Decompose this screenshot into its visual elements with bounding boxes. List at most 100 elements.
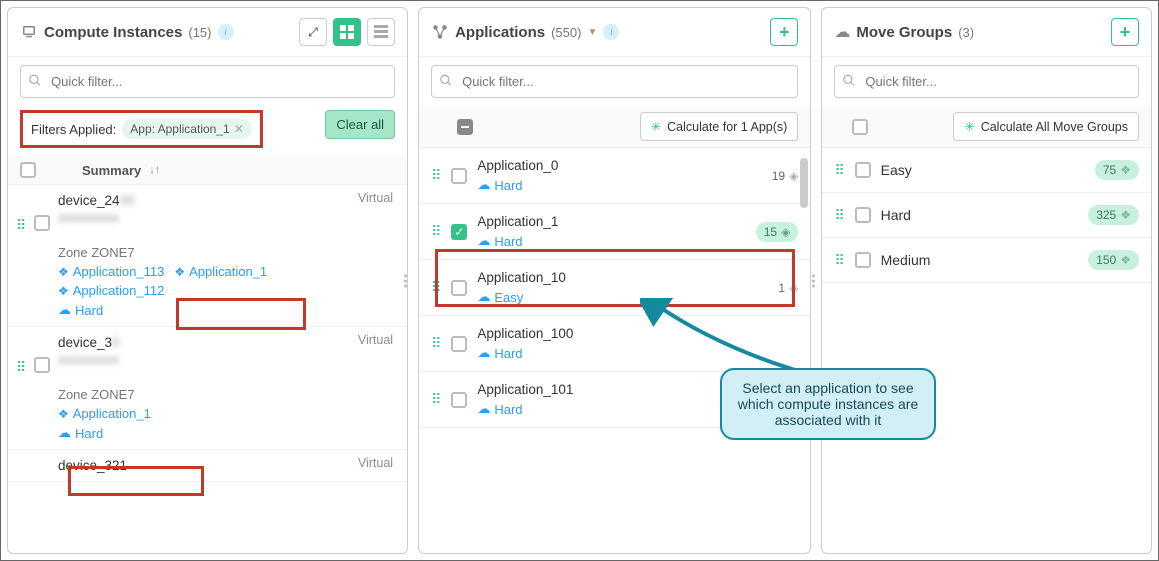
- mg-checkbox[interactable]: [855, 207, 871, 223]
- applications-icon: [431, 23, 449, 41]
- mg-name: Medium: [881, 252, 1079, 268]
- app-difficulty[interactable]: ☁Hard: [477, 401, 522, 417]
- compute-row: Virtual device_2400 xxxxxxxxx ⠿ Zone ZON…: [8, 185, 407, 327]
- add-movegroup-button[interactable]: +: [1111, 18, 1139, 46]
- cloud-icon: ☁: [58, 302, 71, 318]
- row-checkbox[interactable]: [34, 215, 50, 231]
- expand-button[interactable]: ⤢: [299, 18, 327, 46]
- compute-title: Compute Instances: [44, 24, 182, 41]
- app-row-selected[interactable]: ⠿ ✓ Application_1 ☁Hard 15 ◈: [419, 204, 810, 260]
- search-icon: [28, 73, 42, 90]
- resize-handle[interactable]: [404, 274, 407, 287]
- compute-filter-row: [8, 57, 407, 106]
- drag-handle-icon[interactable]: ⠿: [431, 391, 441, 408]
- app-instance-count-badge: 15 ◈: [756, 222, 799, 242]
- app-row[interactable]: ⠿ Application_100 ☁Hard: [419, 316, 810, 372]
- app-difficulty[interactable]: ☁Hard: [477, 345, 522, 361]
- cloud-icon: ☁: [477, 401, 490, 417]
- drag-handle-icon[interactable]: ⠿: [431, 167, 441, 184]
- cloud-icon: ☁: [58, 425, 71, 441]
- table-view-button[interactable]: [367, 18, 395, 46]
- compute-row: Virtual device_30 xxxxxxxxx ⠿ Zone ZONE7…: [8, 327, 407, 450]
- sort-icon[interactable]: ↓↑: [149, 164, 160, 176]
- callout-text: Select an application to see which compu…: [738, 380, 919, 428]
- app-row[interactable]: ⠿ Application_0 ☁Hard 19 ◈: [419, 148, 810, 204]
- dropdown-icon[interactable]: ▼: [587, 27, 597, 38]
- app-checkbox[interactable]: [451, 168, 467, 184]
- app-checkbox[interactable]: [451, 392, 467, 408]
- mg-row[interactable]: ⠿ Hard 325 ❖: [822, 193, 1151, 238]
- apps-filter-row: [419, 57, 810, 106]
- app-checkbox[interactable]: [451, 336, 467, 352]
- scrollbar[interactable]: [800, 158, 808, 208]
- drag-handle-icon[interactable]: ⠿: [431, 223, 441, 240]
- filter-chip-text: App: Application_1: [130, 122, 229, 136]
- compute-selectall-checkbox[interactable]: [20, 162, 36, 178]
- mg-row[interactable]: ⠿ Medium 150 ❖: [822, 238, 1151, 283]
- mg-checkbox[interactable]: [855, 162, 871, 178]
- compute-icon: [20, 23, 38, 41]
- filter-chip-remove-icon[interactable]: ✕: [234, 122, 244, 136]
- drag-handle-icon[interactable]: ⠿: [834, 162, 844, 179]
- mg-header: ☁ Move Groups (3) +: [822, 8, 1151, 57]
- filters-applied-bar: Filters Applied: App: Application_1 ✕: [20, 110, 263, 148]
- app-name: Application_0: [477, 158, 761, 173]
- app-difficulty[interactable]: ☁Easy: [477, 289, 523, 305]
- apps-header: Applications (550) ▼ i +: [419, 8, 810, 57]
- grid-icon: [340, 25, 354, 39]
- drag-handle-icon[interactable]: ⠿: [16, 217, 26, 234]
- mg-row[interactable]: ⠿ Easy 75 ❖: [822, 148, 1151, 193]
- add-application-button[interactable]: +: [770, 18, 798, 46]
- instance-zone: Zone ZONE7: [58, 387, 395, 402]
- app-link[interactable]: ❖Application_1: [174, 264, 267, 279]
- app-instance-count: 19 ◈: [772, 169, 799, 183]
- grid-view-button[interactable]: [333, 18, 361, 46]
- compute-list-body: Virtual device_2400 xxxxxxxxx ⠿ Zone ZON…: [8, 185, 407, 553]
- callout-tooltip: Select an application to see which compu…: [720, 368, 936, 440]
- drag-handle-icon[interactable]: ⠿: [834, 252, 844, 269]
- compute-header: Compute Instances (15) i ⤢: [8, 8, 407, 57]
- app-checkbox[interactable]: ✓: [451, 224, 467, 240]
- app-difficulty[interactable]: ☁Hard: [477, 233, 522, 249]
- info-icon[interactable]: i: [603, 24, 619, 40]
- instance-type: Virtual: [358, 333, 393, 347]
- app-link[interactable]: ❖Application_112: [58, 283, 164, 298]
- compute-list-header: Summary ↓↑: [8, 156, 407, 185]
- app-checkbox[interactable]: [451, 280, 467, 296]
- info-icon[interactable]: i: [218, 24, 234, 40]
- compute-filter-input[interactable]: [20, 65, 395, 98]
- apps-list-header: ✳ Calculate for 1 App(s): [419, 106, 810, 148]
- mg-filter-input[interactable]: [834, 65, 1139, 98]
- filter-chip[interactable]: App: Application_1 ✕: [122, 119, 251, 139]
- instance-name: device_3: [58, 335, 112, 350]
- mg-checkbox[interactable]: [855, 252, 871, 268]
- app-icon: ❖: [174, 265, 185, 279]
- cloud-icon: ☁: [477, 233, 490, 249]
- mg-selectall-checkbox[interactable]: [852, 119, 868, 135]
- resize-handle[interactable]: [812, 274, 815, 287]
- calculate-apps-button[interactable]: ✳ Calculate for 1 App(s): [640, 112, 799, 141]
- drag-handle-icon[interactable]: ⠿: [431, 335, 441, 352]
- clear-all-button[interactable]: Clear all: [325, 110, 395, 139]
- app-link[interactable]: ❖Application_113: [58, 264, 164, 279]
- cloud-icon: ☁: [477, 345, 490, 361]
- app-icon: ❖: [1120, 253, 1131, 267]
- drag-handle-icon[interactable]: ⠿: [16, 359, 26, 376]
- difficulty-link[interactable]: ☁Hard: [58, 425, 103, 441]
- app-row[interactable]: ⠿ Application_10 ☁Easy 1 ◈: [419, 260, 810, 316]
- drag-handle-icon[interactable]: ⠿: [431, 279, 441, 296]
- apps-filter-input[interactable]: [431, 65, 798, 98]
- summary-column-label[interactable]: Summary: [82, 163, 141, 178]
- app-link[interactable]: ❖Application_1: [58, 406, 151, 421]
- row-checkbox[interactable]: [34, 357, 50, 373]
- table-icon: [374, 25, 388, 39]
- cloud-icon: ☁: [834, 22, 850, 42]
- app-icon: ❖: [1120, 163, 1131, 177]
- difficulty-link[interactable]: ☁Hard: [58, 302, 103, 318]
- calculate-movegroups-button[interactable]: ✳ Calculate All Move Groups: [953, 112, 1139, 141]
- drag-handle-icon[interactable]: ⠿: [834, 207, 844, 224]
- apps-selectall-checkbox[interactable]: [457, 119, 473, 135]
- app-icon: ❖: [58, 284, 69, 298]
- app-difficulty[interactable]: ☁Hard: [477, 177, 522, 193]
- instance-name: device_321: [58, 458, 395, 473]
